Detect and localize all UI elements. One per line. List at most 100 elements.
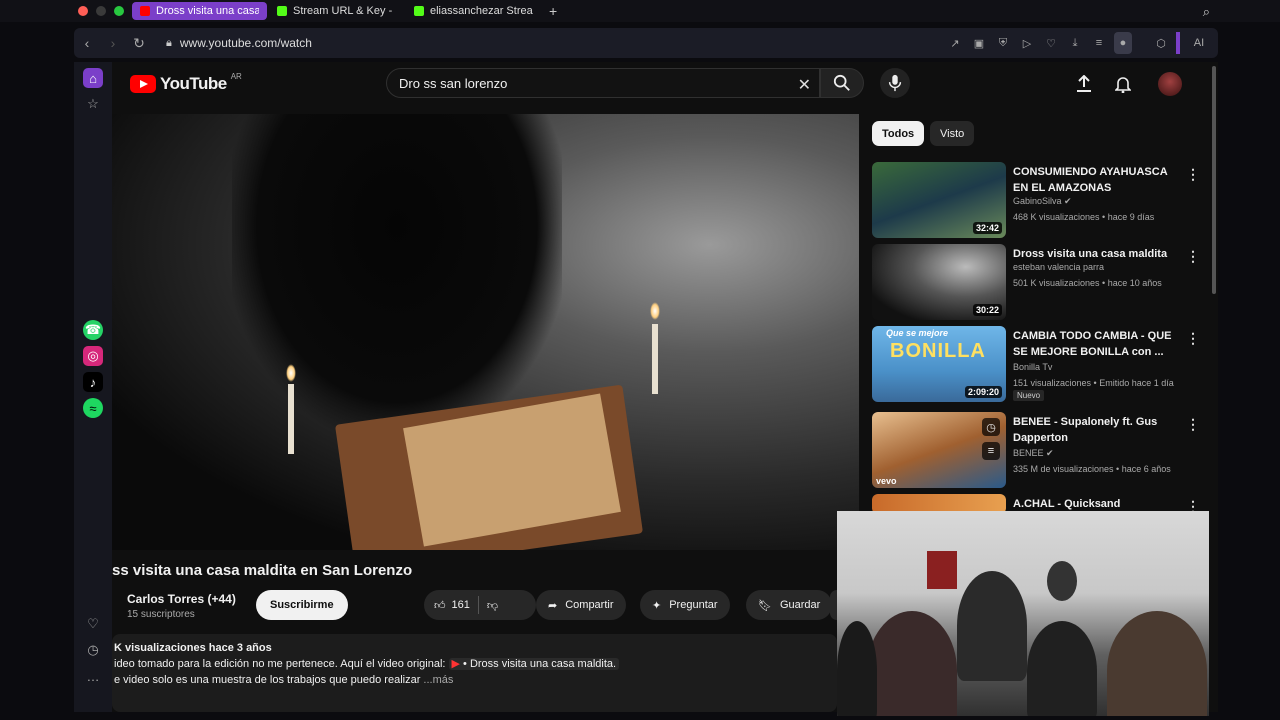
like-dislike-group: 👍︎ 161 👎︎: [424, 590, 536, 620]
video-title: ss visita una casa maldita en San Lorenz…: [112, 562, 413, 579]
video-thumbnail[interactable]: 32:42: [872, 162, 1006, 238]
channel-name[interactable]: Carlos Torres (+44): [127, 592, 236, 606]
related-title[interactable]: CONSUMIENDO AYAHUASCA EN EL AMAZONAS: [1013, 164, 1185, 196]
history-icon[interactable]: ◷: [83, 640, 103, 660]
url-field[interactable]: www.youtube.com/watch: [180, 36, 312, 50]
related-title[interactable]: BENEE - Supalonely ft. Gus Dapperton: [1013, 414, 1185, 446]
instagram-icon[interactable]: ◎: [83, 346, 103, 366]
chip-visto[interactable]: Visto: [930, 121, 975, 146]
more-vert-icon[interactable]: ⋮: [1186, 248, 1200, 265]
share-page-icon[interactable]: ↗: [946, 32, 964, 54]
related-title[interactable]: A.CHAL - Quicksand: [1013, 496, 1185, 512]
video-player[interactable]: [112, 114, 859, 550]
like-count: 161: [451, 599, 470, 611]
cam-person: [1027, 621, 1097, 716]
youtube-logo[interactable]: YouTube AR: [130, 72, 242, 94]
forward-arrow-icon[interactable]: ›: [100, 35, 126, 51]
more-vert-icon[interactable]: ⋮: [1186, 330, 1200, 347]
whatsapp-icon[interactable]: ☎: [83, 320, 103, 340]
spotify-icon[interactable]: ≈: [83, 398, 103, 418]
related-meta: 501 K visualizaciones • hace 10 años: [1013, 278, 1162, 288]
pinboard-icon[interactable]: ☆: [83, 94, 103, 114]
back-arrow-icon[interactable]: ‹: [74, 35, 100, 51]
extensions-toolbar: ↗ ▣ ⛨ ▷ ♡ ⤓ ≡ ● ⬡ AI: [946, 32, 1212, 54]
dislike-button[interactable]: 👎︎: [487, 599, 498, 612]
home-icon[interactable]: ⌂: [83, 68, 103, 88]
video-thumbnail[interactable]: Que se mejore BONILLA 2:09:20: [872, 326, 1006, 402]
account-avatar[interactable]: [1158, 72, 1182, 96]
menu-icon[interactable]: ≡: [1090, 32, 1108, 54]
close-window-button[interactable]: [78, 6, 88, 16]
youtube-small-icon: ▶: [451, 658, 460, 670]
heart-icon[interactable]: ♡: [1042, 32, 1060, 54]
watch-later-icon[interactable]: ◷: [982, 418, 1000, 436]
cam-person: [1107, 611, 1207, 716]
upload-icon[interactable]: [1074, 74, 1094, 94]
related-video[interactable]: Que se mejore BONILLA 2:09:20 CAMBIA TOD…: [872, 326, 1202, 404]
search-button[interactable]: [820, 68, 864, 98]
heart-icon[interactable]: ♡: [83, 614, 103, 634]
share-button[interactable]: ➦ Compartir: [536, 590, 626, 620]
tab-title: Stream URL & Key - Kick: [293, 5, 396, 17]
description-line-2: e video solo es una muestra de los traba…: [114, 672, 835, 688]
related-video[interactable]: 32:42 CONSUMIENDO AYAHUASCA EN EL AMAZON…: [872, 162, 1202, 240]
description-line-1: ideo tomado para la edición no me perten…: [114, 656, 835, 672]
tab-kick-stream[interactable]: eliassanchezar Stream -: [406, 2, 541, 20]
related-video[interactable]: 30:22 Dross visita una casa maldita este…: [872, 244, 1202, 322]
add-to-queue-icon[interactable]: ≡: [982, 442, 1000, 460]
voice-search-button[interactable]: [880, 68, 910, 98]
subscribe-button[interactable]: Suscribirme: [256, 590, 348, 620]
video-duration: 2:09:20: [964, 386, 1002, 398]
minimize-window-button[interactable]: [96, 6, 106, 16]
zoom-window-button[interactable]: [114, 6, 124, 16]
show-more-link[interactable]: ...más: [423, 674, 453, 686]
profile-icon[interactable]: ●: [1114, 32, 1132, 54]
scrollbar-thumb[interactable]: [1212, 66, 1216, 294]
tab-kick-stream-url[interactable]: Stream URL & Key - Kick: [269, 2, 404, 20]
related-title[interactable]: CAMBIA TODO CAMBIA - QUE SE MEJORE BONIL…: [1013, 328, 1185, 360]
verified-check-icon: ✔: [1046, 448, 1054, 458]
more-vert-icon[interactable]: ⋮: [1186, 166, 1200, 183]
video-frame-flame: [650, 302, 660, 320]
bookmark-icon: 🔖︎: [758, 599, 772, 612]
related-channel[interactable]: GabinoSilva ✔: [1013, 196, 1072, 207]
search-input[interactable]: Dro ss san lorenzo ✕: [386, 68, 820, 98]
more-vert-icon[interactable]: ⋮: [1186, 416, 1200, 433]
new-tab-button[interactable]: +: [549, 3, 557, 19]
original-video-link[interactable]: ▶ • Dross visita una casa maldita.: [448, 658, 620, 670]
description-box[interactable]: K visualizaciones hace 3 años ideo tomad…: [112, 634, 837, 712]
camera-icon[interactable]: ▣: [970, 32, 988, 54]
cube-icon[interactable]: ⬡: [1152, 32, 1170, 54]
download-icon[interactable]: ⤓: [1066, 32, 1084, 54]
related-video[interactable]: vevo ◷ ≡ BENEE - Supalonely ft. Gus Dapp…: [872, 412, 1202, 490]
ask-label: Preguntar: [669, 599, 718, 611]
shield-icon[interactable]: ⛨: [994, 32, 1012, 54]
related-channel[interactable]: esteban valencia parra: [1013, 262, 1104, 272]
ask-button[interactable]: ✦ Preguntar: [640, 590, 730, 620]
cam-person: [957, 571, 1027, 681]
related-meta: 335 M de visualizaciones • hace 6 años: [1013, 464, 1171, 474]
notifications-bell-icon[interactable]: [1113, 74, 1133, 94]
video-thumbnail[interactable]: 30:22: [872, 244, 1006, 320]
send-icon[interactable]: ▷: [1018, 32, 1036, 54]
tiktok-icon[interactable]: ♪: [83, 372, 103, 392]
video-thumbnail[interactable]: vevo ◷ ≡: [872, 412, 1006, 488]
tab-search-icon[interactable]: ⌕: [1203, 4, 1210, 20]
page-scrollbar[interactable]: [1210, 62, 1218, 712]
related-channel[interactable]: BENEE ✔: [1013, 448, 1054, 459]
clear-search-icon[interactable]: ✕: [798, 75, 811, 95]
like-button[interactable]: 👍︎ 161: [434, 599, 470, 612]
description-text: ideo tomado para la edición no me perten…: [114, 658, 446, 670]
related-title[interactable]: Dross visita una casa maldita: [1013, 246, 1185, 262]
chip-todos[interactable]: Todos: [872, 121, 925, 146]
tab-title: Dross visita una casa m: [156, 5, 259, 17]
tab-youtube[interactable]: Dross visita una casa m: [132, 2, 267, 20]
related-channel[interactable]: Bonilla Tv: [1013, 362, 1052, 372]
reload-icon[interactable]: ↻: [126, 35, 152, 52]
ai-button[interactable]: AI: [1186, 32, 1212, 54]
tab-title: eliassanchezar Stream -: [430, 5, 533, 17]
more-icon[interactable]: …: [83, 666, 103, 686]
save-button[interactable]: 🔖︎ Guardar: [746, 590, 833, 620]
lock-icon[interactable]: 🔒︎: [166, 37, 172, 50]
youtube-play-icon: [130, 75, 156, 93]
